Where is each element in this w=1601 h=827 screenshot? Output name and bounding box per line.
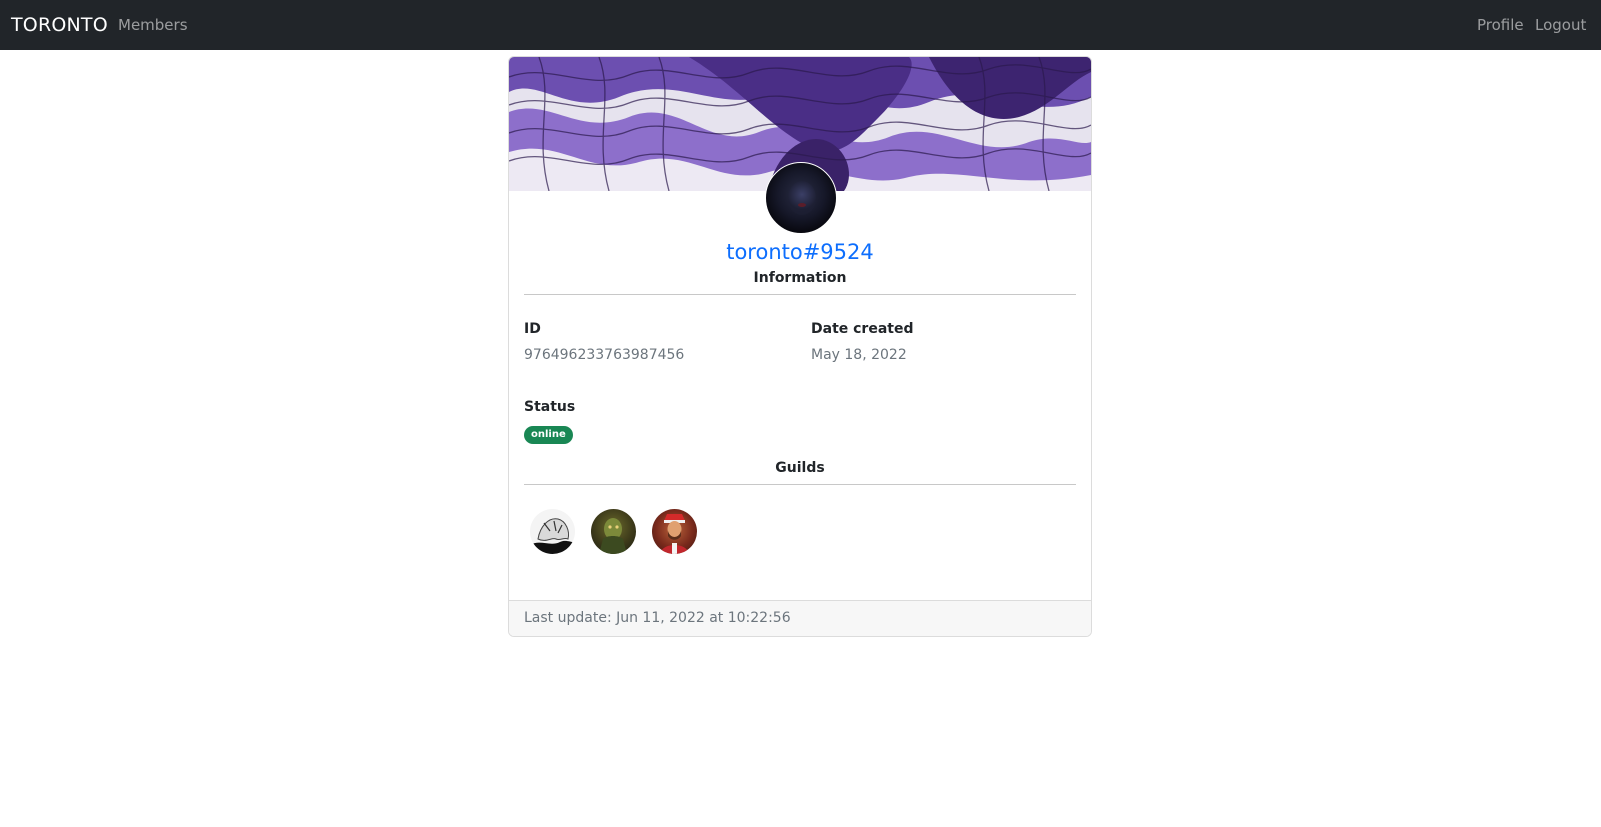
information-heading: Information xyxy=(753,270,847,286)
status-badge: online xyxy=(524,426,573,444)
avatar-face-image xyxy=(788,181,816,215)
id-value: 976496233763987456 xyxy=(524,347,685,363)
nav-members-link[interactable]: Members xyxy=(118,16,188,34)
status-label: Status xyxy=(524,399,576,415)
id-label: ID xyxy=(524,321,541,337)
information-divider xyxy=(524,294,1076,295)
guild-list xyxy=(530,509,697,554)
nav-logout-link[interactable]: Logout xyxy=(1535,16,1586,34)
guild-icon[interactable] xyxy=(591,509,636,554)
guild-icon[interactable] xyxy=(530,509,575,554)
guilds-heading: Guilds xyxy=(775,460,825,476)
profile-card: toronto#9524 Information ID 976496233763… xyxy=(508,56,1092,637)
guild-icon[interactable] xyxy=(652,509,697,554)
username-link[interactable]: toronto#9524 xyxy=(509,240,1091,264)
date-created-value: May 18, 2022 xyxy=(811,347,907,363)
user-avatar xyxy=(765,162,837,234)
nav-profile-link[interactable]: Profile xyxy=(1477,16,1524,34)
date-created-label: Date created xyxy=(811,321,914,337)
avatar-mouth-detail xyxy=(798,203,806,207)
guilds-divider xyxy=(524,484,1076,485)
card-footer: Last update: Jun 11, 2022 at 10:22:56 xyxy=(509,600,1091,636)
top-navbar: TORONTO Members Profile Logout xyxy=(0,0,1601,50)
brand-link[interactable]: TORONTO xyxy=(11,14,108,36)
last-update-text: Last update: Jun 11, 2022 at 10:22:56 xyxy=(524,610,791,626)
